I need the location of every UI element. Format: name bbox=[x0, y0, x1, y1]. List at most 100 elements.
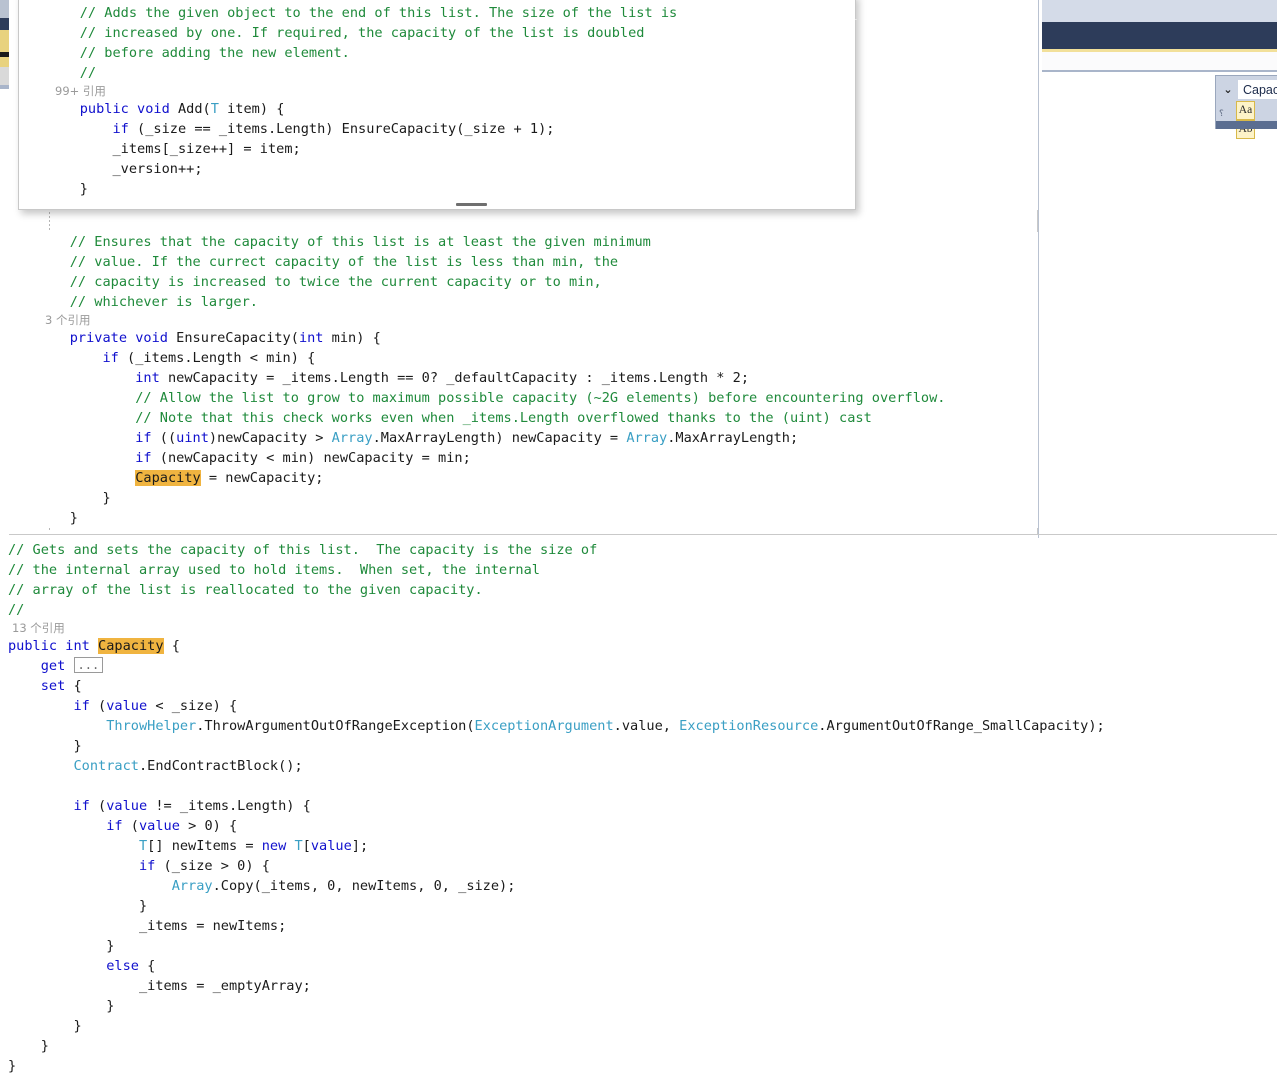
find-input[interactable]: Capac bbox=[1238, 80, 1277, 99]
quick-find-widget[interactable]: ⌄ Capac Aa Ab ⸮ bbox=[1215, 75, 1277, 139]
code-line[interactable]: Contract.EndContractBlock(); bbox=[0, 756, 1277, 776]
resize-grip-icon[interactable]: ⸮ bbox=[1219, 110, 1227, 119]
code-line[interactable]: get ... bbox=[0, 656, 1277, 676]
code-line[interactable]: _items[_size++] = item; bbox=[19, 139, 855, 159]
code-token: { bbox=[163, 638, 180, 654]
code-token: Array bbox=[171, 878, 213, 894]
code-line[interactable]: } bbox=[19, 179, 855, 199]
code-body-ensure-capacity[interactable]: // Ensures that the capacity of this lis… bbox=[9, 232, 1038, 528]
code-token: if bbox=[138, 858, 156, 874]
code-line[interactable]: if (_size > 0) { bbox=[0, 856, 1277, 876]
code-line[interactable]: } bbox=[9, 488, 1038, 508]
code-token: > 0) { bbox=[179, 818, 238, 834]
code-line[interactable]: // Ensures that the capacity of this lis… bbox=[9, 232, 1038, 252]
code-token: .Copy(_items, 0, newItems, 0, _size); bbox=[212, 878, 516, 894]
code-line[interactable]: if (newCapacity < min) newCapacity = min… bbox=[9, 448, 1038, 468]
code-line[interactable]: if ((uint)newCapacity > Array.MaxArrayLe… bbox=[9, 428, 1038, 448]
code-line[interactable]: set { bbox=[0, 676, 1277, 696]
code-token: if bbox=[73, 698, 90, 714]
peek-definition-popup[interactable]: // Adds the given object to the end of t… bbox=[18, 0, 857, 210]
tool-bar[interactable] bbox=[1042, 52, 1277, 70]
code-line[interactable]: int newCapacity = _items.Length == 0? _d… bbox=[9, 368, 1038, 388]
chevron-down-icon[interactable]: ⌄ bbox=[1221, 83, 1235, 97]
code-line[interactable]: // the internal array used to hold items… bbox=[0, 560, 1277, 580]
code-line[interactable]: if (_size == _items.Length) EnsureCapaci… bbox=[19, 119, 855, 139]
code-line[interactable]: // whichever is larger. bbox=[9, 292, 1038, 312]
code-token: int bbox=[65, 638, 90, 654]
menu-bar[interactable] bbox=[1042, 22, 1277, 49]
codelens-reference-count[interactable]: 3 个引用 bbox=[9, 312, 1038, 328]
quick-find-row: ⌄ Capac bbox=[1216, 79, 1277, 99]
code-line[interactable]: // Allow the list to grow to maximum pos… bbox=[9, 388, 1038, 408]
codelens-reference-count[interactable]: 13 个引用 bbox=[0, 620, 1277, 636]
code-body-capacity[interactable]: // Gets and sets the capacity of this li… bbox=[0, 540, 1277, 1076]
code-line[interactable]: if (value != _items.Length) { bbox=[0, 796, 1277, 816]
code-token: // Note that this check works even when … bbox=[135, 410, 872, 426]
code-line[interactable]: // before adding the new element. bbox=[19, 43, 855, 63]
popup-resize-grip[interactable] bbox=[456, 203, 487, 206]
code-line[interactable]: // Note that this check works even when … bbox=[9, 408, 1038, 428]
collapsed-region-marker[interactable]: ... bbox=[73, 657, 104, 673]
code-token: } bbox=[8, 1038, 49, 1054]
code-line[interactable]: Array.Copy(_items, 0, newItems, 0, _size… bbox=[0, 876, 1277, 896]
code-line[interactable]: } bbox=[0, 1036, 1277, 1056]
code-token: _version++; bbox=[47, 161, 203, 177]
code-line[interactable]: // bbox=[0, 600, 1277, 620]
code-line[interactable]: } bbox=[0, 1056, 1277, 1076]
code-token: if bbox=[135, 450, 152, 466]
code-line[interactable]: ThrowHelper.ThrowArgumentOutOfRangeExcep… bbox=[0, 716, 1277, 736]
code-line[interactable]: } bbox=[0, 936, 1277, 956]
code-line[interactable]: // capacity is increased to twice the cu… bbox=[9, 272, 1038, 292]
code-line[interactable]: else { bbox=[0, 956, 1277, 976]
code-token: value bbox=[138, 818, 180, 834]
code-line[interactable]: if (value > 0) { bbox=[0, 816, 1277, 836]
code-line[interactable]: public int Capacity { bbox=[0, 636, 1277, 656]
code-line[interactable] bbox=[0, 776, 1277, 796]
code-line[interactable]: _version++; bbox=[19, 159, 855, 179]
overview-marker bbox=[0, 57, 9, 67]
code-line[interactable]: } bbox=[9, 508, 1038, 528]
code-line[interactable]: if (_items.Length < min) { bbox=[9, 348, 1038, 368]
codelens-reference-count[interactable]: 99+ 引用 bbox=[19, 83, 855, 99]
overview-marker bbox=[0, 18, 9, 30]
code-line[interactable]: // value. If the currect capacity of the… bbox=[9, 252, 1038, 272]
code-line[interactable]: } bbox=[0, 996, 1277, 1016]
code-region-ensure-capacity: // Ensures that the capacity of this lis… bbox=[9, 210, 1038, 535]
code-line[interactable]: } bbox=[0, 1016, 1277, 1036]
code-line[interactable]: if (value < _size) { bbox=[0, 696, 1277, 716]
code-line[interactable]: // bbox=[19, 63, 855, 83]
code-line[interactable]: // increased by one. If required, the ca… bbox=[19, 23, 855, 43]
code-line[interactable]: } bbox=[0, 896, 1277, 916]
code-line[interactable]: Capacity = newCapacity; bbox=[9, 468, 1038, 488]
code-token: // Adds the given object to the end of t… bbox=[79, 5, 678, 21]
code-token: _items[_size++] = item; bbox=[47, 141, 301, 157]
code-token: { bbox=[138, 958, 156, 974]
code-token: (( bbox=[151, 430, 177, 446]
code-token: < _size) { bbox=[147, 698, 238, 714]
code-line[interactable]: private void EnsureCapacity(int min) { bbox=[9, 328, 1038, 348]
code-line[interactable]: } bbox=[0, 736, 1277, 756]
code-token: = newCapacity; bbox=[200, 470, 324, 486]
code-line[interactable]: // array of the list is reallocated to t… bbox=[0, 580, 1277, 600]
code-line[interactable]: // Gets and sets the capacity of this li… bbox=[0, 540, 1277, 560]
code-line[interactable]: T[] newItems = new T[value]; bbox=[0, 836, 1277, 856]
code-line[interactable]: _items = _emptyArray; bbox=[0, 976, 1277, 996]
code-line[interactable]: _items = newItems; bbox=[0, 916, 1277, 936]
match-case-toggle[interactable]: Aa bbox=[1236, 101, 1255, 120]
code-line[interactable]: // Adds the given object to the end of t… bbox=[19, 3, 855, 23]
code-token: .MaxArrayLength) newCapacity = bbox=[372, 430, 627, 446]
codelens-label: 99+ 引用 bbox=[55, 84, 106, 98]
code-line[interactable]: public void Add(T item) { bbox=[19, 99, 855, 119]
code-body-add-method[interactable]: // Adds the given object to the end of t… bbox=[19, 3, 855, 199]
overview-marker bbox=[0, 67, 9, 85]
